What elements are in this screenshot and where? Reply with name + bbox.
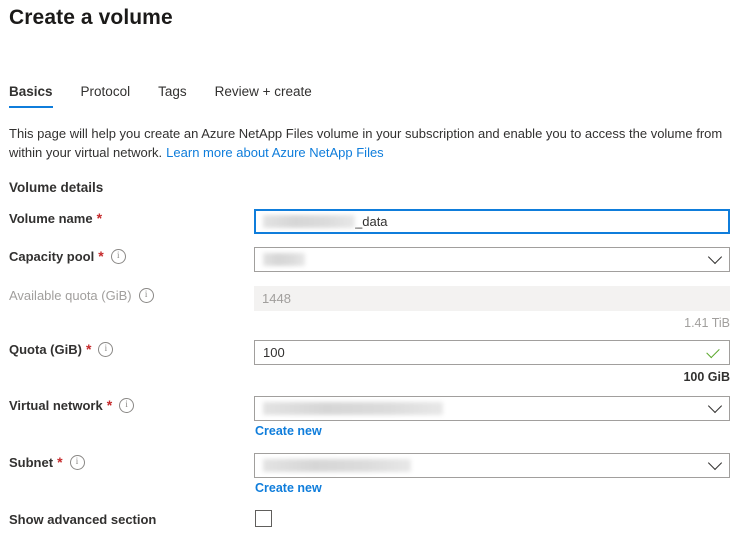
intro-paragraph: This page will help you create an Azure …	[9, 124, 723, 162]
redacted-text-block	[263, 215, 355, 228]
chevron-down-icon	[707, 398, 723, 413]
redacted-text-block	[263, 459, 411, 472]
redacted-text-block	[263, 402, 443, 415]
label-available-quota: Available quota (GiB)	[9, 286, 154, 304]
info-icon[interactable]	[138, 287, 154, 303]
tab-review-create-label: Review + create	[214, 84, 312, 99]
required-marker: *	[106, 397, 113, 413]
tab-basics[interactable]: Basics	[9, 84, 53, 108]
section-heading-volume-details: Volume details	[9, 180, 104, 195]
quota-input[interactable]: 100	[254, 340, 730, 365]
label-virtual-network: Virtual network *	[9, 396, 135, 414]
chevron-down-icon	[707, 455, 723, 470]
available-quota-value: 1448	[262, 291, 291, 306]
virtual-network-dropdown[interactable]	[254, 396, 730, 421]
valid-check-icon	[706, 344, 720, 358]
info-icon[interactable]	[119, 397, 135, 413]
volume-name-value: _data	[355, 214, 388, 229]
tab-basics-label: Basics	[9, 84, 53, 99]
redacted-text-block	[263, 253, 305, 266]
tab-protocol[interactable]: Protocol	[81, 84, 131, 105]
available-quota-input: 1448	[254, 286, 730, 311]
info-icon[interactable]	[69, 454, 85, 470]
show-advanced-checkbox[interactable]	[255, 510, 272, 527]
required-marker: *	[57, 454, 63, 470]
info-icon[interactable]	[110, 248, 126, 264]
label-show-advanced: Show advanced section	[9, 510, 156, 528]
label-quota-text: Quota (GiB)	[9, 341, 82, 357]
chevron-down-icon	[707, 249, 723, 264]
volume-name-input[interactable]: _data	[254, 209, 730, 234]
tab-protocol-label: Protocol	[80, 84, 131, 99]
label-available-quota-text: Available quota (GiB)	[9, 287, 132, 303]
label-volume-name-text: Volume name	[9, 210, 93, 226]
required-marker: *	[98, 248, 104, 264]
label-subnet-text: Subnet	[9, 454, 54, 470]
tab-tags-label: Tags	[158, 84, 187, 99]
label-volume-name: Volume name *	[9, 209, 102, 227]
label-virtual-network-text: Virtual network	[9, 397, 103, 413]
tab-review-create[interactable]: Review + create	[215, 84, 312, 105]
info-icon[interactable]	[98, 341, 114, 357]
tab-tags[interactable]: Tags	[158, 84, 187, 105]
capacity-pool-dropdown[interactable]	[254, 247, 730, 272]
learn-more-link[interactable]: Learn more about Azure NetApp Files	[166, 145, 384, 160]
quota-value: 100	[263, 345, 285, 360]
subnet-dropdown[interactable]	[254, 453, 730, 478]
required-marker: *	[85, 341, 92, 357]
available-quota-hint: 1.41 TiB	[684, 316, 730, 330]
label-capacity-pool: Capacity pool *	[9, 247, 126, 265]
tab-bar: Basics Protocol Tags Review + create	[9, 84, 340, 108]
label-capacity-pool-text: Capacity pool	[9, 248, 95, 264]
create-new-subnet-link[interactable]: Create new	[255, 481, 322, 495]
page-title: Create a volume	[9, 6, 173, 29]
label-subnet: Subnet *	[9, 453, 85, 471]
required-marker: *	[96, 210, 103, 226]
create-new-virtual-network-link[interactable]: Create new	[255, 424, 322, 438]
quota-hint: 100 GiB	[683, 370, 730, 384]
label-quota: Quota (GiB) *	[9, 340, 114, 358]
label-show-advanced-text: Show advanced section	[9, 511, 157, 527]
